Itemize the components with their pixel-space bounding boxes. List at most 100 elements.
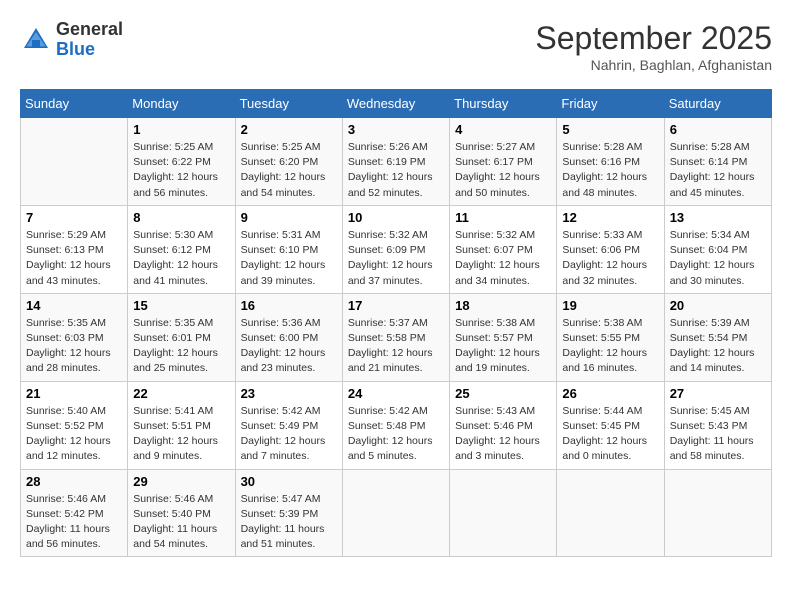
day-info: Sunrise: 5:31 AM Sunset: 6:10 PM Dayligh… — [241, 228, 337, 289]
day-number: 2 — [241, 122, 337, 137]
day-number: 8 — [133, 210, 229, 225]
day-number: 14 — [26, 298, 122, 313]
day-number: 19 — [562, 298, 658, 313]
day-number: 11 — [455, 210, 551, 225]
calendar-cell: 24 Sunrise: 5:42 AM Sunset: 5:48 PM Dayli… — [342, 381, 449, 469]
calendar-cell: 10 Sunrise: 5:32 AM Sunset: 6:09 PM Dayli… — [342, 205, 449, 293]
day-number: 7 — [26, 210, 122, 225]
dow-header-friday: Friday — [557, 90, 664, 118]
day-info: Sunrise: 5:26 AM Sunset: 6:19 PM Dayligh… — [348, 140, 444, 201]
day-number: 17 — [348, 298, 444, 313]
day-info: Sunrise: 5:27 AM Sunset: 6:17 PM Dayligh… — [455, 140, 551, 201]
day-number: 16 — [241, 298, 337, 313]
day-number: 26 — [562, 386, 658, 401]
day-number: 23 — [241, 386, 337, 401]
calendar-cell: 13Sunrise: 5:34 AM Sunset: 6:04 PM Dayli… — [664, 205, 771, 293]
day-info: Sunrise: 5:29 AM Sunset: 6:13 PM Dayligh… — [26, 228, 122, 289]
calendar-cell — [21, 118, 128, 206]
day-info: Sunrise: 5:44 AM Sunset: 5:45 PM Dayligh… — [562, 404, 658, 465]
calendar-cell: 12 Sunrise: 5:33 AM Sunset: 6:06 PM Dayli… — [557, 205, 664, 293]
day-number: 24 — [348, 386, 444, 401]
day-number: 30 — [241, 474, 337, 489]
week-row-4: 21Sunrise: 5:40 AM Sunset: 5:52 PM Dayli… — [21, 381, 772, 469]
day-number: 22 — [133, 386, 229, 401]
calendar-cell: 22 Sunrise: 5:41 AM Sunset: 5:51 PM Dayli… — [128, 381, 235, 469]
day-info: Sunrise: 5:34 AM Sunset: 6:04 PM Dayligh… — [670, 228, 766, 289]
calendar-cell: 2 Sunrise: 5:25 AM Sunset: 6:20 PM Daylig… — [235, 118, 342, 206]
calendar-cell — [342, 469, 449, 557]
day-number: 12 — [562, 210, 658, 225]
day-number: 29 — [133, 474, 229, 489]
dow-header-thursday: Thursday — [450, 90, 557, 118]
calendar-cell — [557, 469, 664, 557]
calendar-cell: 5Sunrise: 5:28 AM Sunset: 6:16 PM Daylig… — [557, 118, 664, 206]
logo: General Blue — [20, 20, 123, 60]
calendar-cell: 19 Sunrise: 5:38 AM Sunset: 5:55 PM Dayli… — [557, 293, 664, 381]
location-subtitle: Nahrin, Baghlan, Afghanistan — [535, 57, 772, 73]
day-number: 9 — [241, 210, 337, 225]
calendar-cell: 1Sunrise: 5:25 AM Sunset: 6:22 PM Daylig… — [128, 118, 235, 206]
calendar-cell — [450, 469, 557, 557]
calendar-cell — [664, 469, 771, 557]
day-info: Sunrise: 5:37 AM Sunset: 5:58 PM Dayligh… — [348, 316, 444, 377]
day-info: Sunrise: 5:35 AM Sunset: 6:01 PM Dayligh… — [133, 316, 229, 377]
day-info: Sunrise: 5:33 AM Sunset: 6:06 PM Dayligh… — [562, 228, 658, 289]
day-info: Sunrise: 5:46 AM Sunset: 5:40 PM Dayligh… — [133, 492, 229, 553]
day-info: Sunrise: 5:45 AM Sunset: 5:43 PM Dayligh… — [670, 404, 766, 465]
calendar-cell: 20 Sunrise: 5:39 AM Sunset: 5:54 PM Dayli… — [664, 293, 771, 381]
week-row-1: 1Sunrise: 5:25 AM Sunset: 6:22 PM Daylig… — [21, 118, 772, 206]
calendar-body: 1Sunrise: 5:25 AM Sunset: 6:22 PM Daylig… — [21, 118, 772, 557]
day-number: 28 — [26, 474, 122, 489]
calendar-cell: 30Sunrise: 5:47 AM Sunset: 5:39 PM Dayli… — [235, 469, 342, 557]
day-info: Sunrise: 5:32 AM Sunset: 6:09 PM Dayligh… — [348, 228, 444, 289]
day-number: 21 — [26, 386, 122, 401]
dow-header-wednesday: Wednesday — [342, 90, 449, 118]
days-of-week-row: SundayMondayTuesdayWednesdayThursdayFrid… — [21, 90, 772, 118]
page-header: General Blue September 2025 Nahrin, Bagh… — [20, 20, 772, 73]
day-info: Sunrise: 5:25 AM Sunset: 6:22 PM Dayligh… — [133, 140, 229, 201]
day-info: Sunrise: 5:46 AM Sunset: 5:42 PM Dayligh… — [26, 492, 122, 553]
day-info: Sunrise: 5:30 AM Sunset: 6:12 PM Dayligh… — [133, 228, 229, 289]
calendar-cell: 3 Sunrise: 5:26 AM Sunset: 6:19 PM Daylig… — [342, 118, 449, 206]
calendar-cell: 29 Sunrise: 5:46 AM Sunset: 5:40 PM Dayli… — [128, 469, 235, 557]
day-info: Sunrise: 5:42 AM Sunset: 5:49 PM Dayligh… — [241, 404, 337, 465]
calendar-cell: 11 Sunrise: 5:32 AM Sunset: 6:07 PM Dayli… — [450, 205, 557, 293]
month-title: September 2025 — [535, 20, 772, 57]
day-number: 18 — [455, 298, 551, 313]
day-info: Sunrise: 5:28 AM Sunset: 6:14 PM Dayligh… — [670, 140, 766, 201]
day-number: 25 — [455, 386, 551, 401]
calendar-cell: 14Sunrise: 5:35 AM Sunset: 6:03 PM Dayli… — [21, 293, 128, 381]
title-block: September 2025 Nahrin, Baghlan, Afghanis… — [535, 20, 772, 73]
day-info: Sunrise: 5:42 AM Sunset: 5:48 PM Dayligh… — [348, 404, 444, 465]
day-info: Sunrise: 5:41 AM Sunset: 5:51 PM Dayligh… — [133, 404, 229, 465]
day-number: 15 — [133, 298, 229, 313]
calendar-cell: 4 Sunrise: 5:27 AM Sunset: 6:17 PM Daylig… — [450, 118, 557, 206]
calendar-cell: 7 Sunrise: 5:29 AM Sunset: 6:13 PM Daylig… — [21, 205, 128, 293]
day-number: 20 — [670, 298, 766, 313]
dow-header-monday: Monday — [128, 90, 235, 118]
calendar-cell: 21Sunrise: 5:40 AM Sunset: 5:52 PM Dayli… — [21, 381, 128, 469]
calendar-cell: 17 Sunrise: 5:37 AM Sunset: 5:58 PM Dayli… — [342, 293, 449, 381]
logo-icon — [20, 24, 52, 56]
calendar-table: SundayMondayTuesdayWednesdayThursdayFrid… — [20, 89, 772, 557]
day-info: Sunrise: 5:38 AM Sunset: 5:55 PM Dayligh… — [562, 316, 658, 377]
day-info: Sunrise: 5:25 AM Sunset: 6:20 PM Dayligh… — [241, 140, 337, 201]
week-row-3: 14Sunrise: 5:35 AM Sunset: 6:03 PM Dayli… — [21, 293, 772, 381]
day-number: 10 — [348, 210, 444, 225]
day-info: Sunrise: 5:39 AM Sunset: 5:54 PM Dayligh… — [670, 316, 766, 377]
day-info: Sunrise: 5:32 AM Sunset: 6:07 PM Dayligh… — [455, 228, 551, 289]
day-number: 27 — [670, 386, 766, 401]
logo-blue: Blue — [56, 39, 95, 59]
dow-header-sunday: Sunday — [21, 90, 128, 118]
day-info: Sunrise: 5:43 AM Sunset: 5:46 PM Dayligh… — [455, 404, 551, 465]
day-number: 3 — [348, 122, 444, 137]
logo-text: General Blue — [56, 20, 123, 60]
dow-header-tuesday: Tuesday — [235, 90, 342, 118]
dow-header-saturday: Saturday — [664, 90, 771, 118]
day-info: Sunrise: 5:38 AM Sunset: 5:57 PM Dayligh… — [455, 316, 551, 377]
calendar-cell: 8 Sunrise: 5:30 AM Sunset: 6:12 PM Daylig… — [128, 205, 235, 293]
logo-general: General — [56, 19, 123, 39]
day-number: 4 — [455, 122, 551, 137]
calendar-cell: 16Sunrise: 5:36 AM Sunset: 6:00 PM Dayli… — [235, 293, 342, 381]
calendar-cell: 27 Sunrise: 5:45 AM Sunset: 5:43 PM Dayli… — [664, 381, 771, 469]
